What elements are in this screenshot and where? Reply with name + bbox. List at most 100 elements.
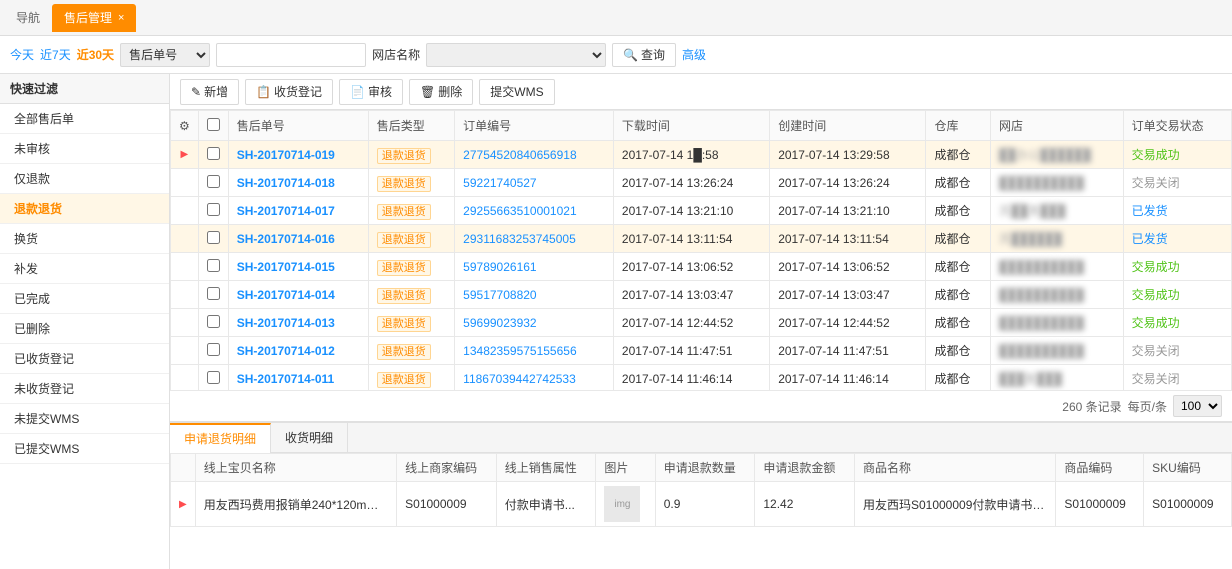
row-checkbox[interactable] (198, 197, 228, 225)
advanced-btn[interactable]: 高级 (682, 46, 706, 63)
select-all-checkbox[interactable] (207, 118, 220, 131)
sidebar-item-refund-only[interactable]: 仅退款 (0, 164, 169, 194)
row-checkbox[interactable] (198, 169, 228, 197)
bottom-sales-attr: 付款申请书... (496, 482, 596, 527)
col-warehouse: 仓库 (926, 111, 991, 141)
row-download-time: 2017-07-14 13:26:24 (613, 169, 769, 197)
review-button[interactable]: 📄 审核 (339, 79, 403, 105)
tab-refund-detail[interactable]: 申请退货明细 (170, 423, 271, 453)
row-order-no: 29311683253745005 (455, 225, 614, 253)
row-shop: ██████████ (990, 309, 1123, 337)
table-row[interactable]: SH-20170714-014 退款退货 59517708820 2017-07… (171, 281, 1232, 309)
submit-wms-button[interactable]: 提交WMS (479, 79, 554, 105)
row-checkbox[interactable] (198, 253, 228, 281)
sidebar-item-reissue[interactable]: 补发 (0, 254, 169, 284)
row-create-time: 2017-07-14 13:06:52 (770, 253, 926, 281)
row-id: SH-20170714-015 (228, 253, 368, 281)
row-download-time: 2017-07-14 13:21:10 (613, 197, 769, 225)
row-indicator (171, 197, 199, 225)
table-row[interactable]: SH-20170714-012 退款退货 13482359575155656 2… (171, 337, 1232, 365)
time-btn-today[interactable]: 今天 (10, 46, 34, 63)
time-btn-30days[interactable]: 近30天 (77, 46, 114, 63)
row-create-time: 2017-07-14 13:11:54 (770, 225, 926, 253)
row-status: 已发货 (1123, 197, 1231, 225)
table-row[interactable]: SH-20170714-015 退款退货 59789026161 2017-07… (171, 253, 1232, 281)
close-tab-icon[interactable]: × (118, 12, 124, 24)
row-checkbox[interactable] (198, 365, 228, 391)
sidebar-item-deleted[interactable]: 已删除 (0, 314, 169, 344)
row-order-no: 27754520840656918 (455, 141, 614, 169)
sidebar-item-unreviewed[interactable]: 未审核 (0, 134, 169, 164)
sidebar-item-all[interactable]: 全部售后单 (0, 104, 169, 134)
row-download-time: 2017-07-14 13:06:52 (613, 253, 769, 281)
row-id: SH-20170714-011 (228, 365, 368, 391)
sidebar-item-not-received[interactable]: 未收货登记 (0, 374, 169, 404)
row-id: SH-20170714-012 (228, 337, 368, 365)
table-row[interactable]: SH-20170714-017 退款退货 29255663510001021 2… (171, 197, 1232, 225)
delete-button[interactable]: 🗑 删除 (409, 79, 473, 105)
row-create-time: 2017-07-14 11:46:14 (770, 365, 926, 391)
row-warehouse: 成都仓 (926, 225, 991, 253)
row-download-time: 2017-07-14 1█:58 (613, 141, 769, 169)
receive-button[interactable]: 📋 收货登记 (245, 79, 333, 105)
row-checkbox[interactable] (198, 225, 228, 253)
time-btn-7days[interactable]: 近7天 (40, 46, 71, 63)
row-checkbox[interactable] (198, 309, 228, 337)
row-id: SH-20170714-016 (228, 225, 368, 253)
col-create-time: 创建时间 (770, 111, 926, 141)
col-checkbox[interactable] (198, 111, 228, 141)
sidebar-item-not-wms[interactable]: 未提交WMS (0, 404, 169, 434)
row-warehouse: 成都仓 (926, 309, 991, 337)
row-status: 交易关闭 (1123, 365, 1231, 391)
table-row[interactable]: SH-20170714-016 退款退货 29311683253745005 2… (171, 225, 1232, 253)
per-page-select[interactable]: 100 (1173, 395, 1222, 417)
review-icon: 📄 (350, 85, 365, 99)
bottom-goods-name: 用友西玛S01000009付款申请书 1... (854, 482, 1055, 527)
row-indicator: ▶ (171, 141, 199, 169)
table-row[interactable]: SH-20170714-011 退款退货 11867039442742533 2… (171, 365, 1232, 391)
row-warehouse: 成都仓 (926, 253, 991, 281)
row-order-no: 59221740527 (455, 169, 614, 197)
row-type: 退款退货 (368, 365, 454, 391)
main-area: 快速过滤 全部售后单 未审核 仅退款 退款退货 换货 补发 已完成 已删除 已收… (0, 74, 1232, 569)
row-checkbox[interactable] (198, 281, 228, 309)
row-warehouse: 成都仓 (926, 169, 991, 197)
new-button[interactable]: ✎ 新增 (180, 79, 239, 105)
bottom-image: img (596, 482, 655, 527)
col-settings[interactable]: ⚙ (171, 111, 199, 141)
bottom-col-sales-attr: 线上销售属性 (496, 454, 596, 482)
active-tab[interactable]: 售后管理 × (52, 4, 136, 32)
table-row[interactable]: SH-20170714-013 退款退货 59699023932 2017-07… (171, 309, 1232, 337)
tab-receive-detail[interactable]: 收货明细 (271, 423, 348, 453)
search-input[interactable] (216, 43, 366, 67)
bottom-tabs: 申请退货明细 收货明细 (170, 423, 1232, 453)
table-row[interactable]: SH-20170714-018 退款退货 59221740527 2017-07… (171, 169, 1232, 197)
row-type: 退款退货 (368, 141, 454, 169)
sidebar-item-wms-submitted[interactable]: 已提交WMS (0, 434, 169, 464)
row-order-no: 29255663510001021 (455, 197, 614, 225)
bottom-table-row[interactable]: ▶ 用友西玛费用报销单240*120mm审... S01000009 付款申请书… (171, 482, 1232, 527)
table-row[interactable]: ▶ SH-20170714-019 退款退货 27754520840656918… (171, 141, 1232, 169)
row-create-time: 2017-07-14 11:47:51 (770, 337, 926, 365)
row-order-no: 11867039442742533 (455, 365, 614, 391)
search-icon: 🔍 (623, 48, 638, 62)
bottom-panel: 申请退货明细 收货明细 线上宝贝名称 线上商家编码 线上销售属性 图片 申请退款… (170, 421, 1232, 569)
query-button[interactable]: 🔍 查询 (612, 43, 676, 67)
sidebar-item-refund-return[interactable]: 退款退货 (0, 194, 169, 224)
shop-select[interactable] (426, 43, 606, 67)
bottom-col-indicator (171, 454, 196, 482)
row-checkbox[interactable] (198, 337, 228, 365)
sidebar-item-exchange[interactable]: 换货 (0, 224, 169, 254)
row-warehouse: 成都仓 (926, 337, 991, 365)
row-id: SH-20170714-017 (228, 197, 368, 225)
sidebar-item-completed[interactable]: 已完成 (0, 284, 169, 314)
row-shop: ██████████ (990, 253, 1123, 281)
row-type: 退款退货 (368, 225, 454, 253)
field-select[interactable]: 售后单号 (120, 43, 210, 67)
row-warehouse: 成都仓 (926, 141, 991, 169)
row-shop: ██████████ (990, 281, 1123, 309)
top-nav: 导航 售后管理 × (0, 0, 1232, 36)
row-checkbox[interactable] (198, 141, 228, 169)
sidebar-item-received[interactable]: 已收货登记 (0, 344, 169, 374)
row-warehouse: 成都仓 (926, 281, 991, 309)
